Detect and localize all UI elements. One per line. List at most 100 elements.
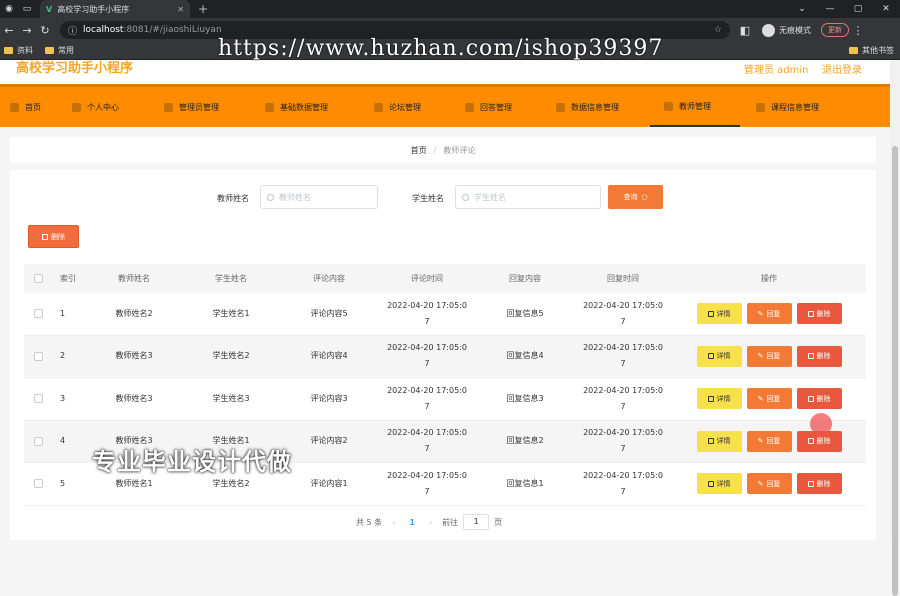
delete-button[interactable]: 删除 <box>796 303 842 325</box>
row-checkbox[interactable] <box>33 479 43 489</box>
prev-page-icon[interactable]: ‹ <box>392 518 395 527</box>
menu-item-profile[interactable]: 个人中心 <box>72 87 119 127</box>
student-name-input[interactable]: 学生姓名 <box>455 185 601 209</box>
row-select-cell <box>24 394 52 404</box>
detail-button[interactable]: 详情 <box>696 388 742 410</box>
menu-item-forum[interactable]: 论坛管理 <box>374 87 421 127</box>
home-icon <box>10 102 19 112</box>
detail-button[interactable]: 详情 <box>696 345 742 367</box>
trash-icon <box>42 233 48 240</box>
minimize-icon[interactable]: — <box>816 4 844 14</box>
cell-reply-time-line2: 7 <box>620 486 626 496</box>
scrollbar-thumb[interactable] <box>892 146 898 596</box>
page-unit-label: 页 <box>494 517 503 527</box>
teacher-name-label: 教师姓名 <box>217 194 249 203</box>
cell-reply-time: 2022-04-20 17:05:0 7 <box>574 425 672 457</box>
cell-content: 评论内容4 <box>310 351 348 361</box>
select-all-checkbox[interactable] <box>33 274 43 283</box>
window-close-icon[interactable]: ✕ <box>872 4 900 14</box>
query-button[interactable]: 查询 ○ <box>608 185 663 209</box>
info-icon[interactable]: ⓘ <box>68 24 77 37</box>
cell-student: 学生姓名2 <box>212 351 250 361</box>
cell-content: 评论内容5 <box>310 308 348 318</box>
window-controls: ⌄ — ▢ ✕ <box>788 4 900 14</box>
more-menu-icon[interactable]: ⋮ <box>849 24 867 37</box>
menu-item-teachers[interactable]: 教师管理 <box>650 87 740 127</box>
reply-button[interactable]: ✎ 回复 <box>746 388 792 410</box>
header-reply: 回复内容 <box>509 273 541 283</box>
detail-button[interactable]: 详情 <box>696 303 742 325</box>
detail-button[interactable]: 详情 <box>696 473 742 495</box>
back-icon[interactable]: ← <box>0 24 18 37</box>
tab-list-icon[interactable]: ▭ <box>18 4 36 14</box>
delete-button[interactable]: 删除 <box>796 473 842 495</box>
reply-button[interactable]: ✎ 回复 <box>746 430 792 452</box>
maximize-icon[interactable]: ▢ <box>844 4 872 14</box>
edit-icon: ✎ <box>757 309 764 318</box>
edit-icon: ✎ <box>757 479 764 488</box>
new-tab-icon[interactable]: + <box>198 2 208 16</box>
delete-button[interactable]: 删除 <box>796 345 842 367</box>
tab-title: 高校学习助手小程序 <box>57 4 130 14</box>
cell-index: 3 <box>60 393 66 403</box>
folder-icon <box>4 47 13 54</box>
row-checkbox[interactable] <box>33 394 43 404</box>
breadcrumb-home[interactable]: 首页 <box>411 145 427 156</box>
page-scrollbar[interactable] <box>890 60 900 596</box>
cell-reply-time: 2022-04-20 17:05:0 7 <box>574 340 672 372</box>
bookmark-folder-1[interactable]: 资料 <box>4 45 33 56</box>
menu-item-admin[interactable]: 管理员管理 <box>164 87 219 127</box>
admin-label: 管理员 admin <box>744 65 809 76</box>
forward-icon[interactable]: → <box>18 24 36 37</box>
menu-item-basic-data[interactable]: 基础数据管理 <box>265 87 328 127</box>
cell-actions: 详情 ✎ 回复 删除 <box>672 388 866 410</box>
goto-label: 前往 <box>442 517 459 527</box>
menu-item-data-info[interactable]: 数据信息管理 <box>556 87 619 127</box>
logout-link[interactable]: 退出登录 <box>822 61 862 76</box>
detail-button[interactable]: 详情 <box>696 430 742 452</box>
reply-button[interactable]: ✎ 回复 <box>746 345 792 367</box>
browser-menu-icon[interactable]: ◉ <box>0 4 18 14</box>
cell-time-line2: 7 <box>424 444 430 454</box>
cell-reply: 回复信息1 <box>506 478 544 488</box>
bookmark-folder-2[interactable]: 常用 <box>45 45 74 56</box>
cell-time-line1: 2022-04-20 17:05:0 <box>387 343 467 353</box>
cell-time-line2: 7 <box>424 401 430 411</box>
pagination: 共 5 条 ‹ 1 › 前往 1 页 <box>356 514 502 530</box>
row-checkbox[interactable] <box>33 436 43 446</box>
menu-item-home[interactable]: 首页 <box>10 87 41 127</box>
delete-button[interactable]: 删除 <box>796 388 842 410</box>
goto-page-input[interactable]: 1 <box>463 514 490 530</box>
cell-teacher: 教师姓名3 <box>115 393 153 403</box>
update-button[interactable]: 更新 <box>821 23 849 37</box>
next-page-icon[interactable]: › <box>429 518 432 527</box>
bookmark-star-icon[interactable]: ☆ <box>714 25 722 35</box>
url-host: localhost <box>83 25 124 35</box>
cell-actions: 详情 ✎ 回复 删除 <box>672 345 866 367</box>
student-name-label: 学生姓名 <box>412 194 444 203</box>
menu-item-courses[interactable]: 课程信息管理 <box>756 87 819 127</box>
batch-delete-button[interactable]: 删除 <box>28 225 79 248</box>
incognito-profile[interactable]: 无痕模式 <box>762 23 811 37</box>
other-bookmarks[interactable]: 其他书签 <box>849 45 894 56</box>
reload-icon[interactable]: ↻ <box>36 24 54 37</box>
tab-search-icon[interactable]: ⌄ <box>788 4 816 14</box>
row-checkbox[interactable] <box>33 309 43 319</box>
cell-index: 1 <box>60 308 66 318</box>
reply-button[interactable]: ✎ 回复 <box>746 473 792 495</box>
sidepanel-icon[interactable]: ◧ <box>736 24 754 37</box>
document-icon <box>707 438 714 445</box>
document-icon <box>707 395 714 402</box>
page-1[interactable]: 1 <box>409 518 415 527</box>
document-icon <box>707 310 714 317</box>
teacher-name-input[interactable]: 教师姓名 <box>260 185 378 209</box>
reply-button[interactable]: ✎ 回复 <box>746 303 792 325</box>
close-tab-icon[interactable]: ✕ <box>177 5 184 14</box>
course-icon <box>756 102 765 112</box>
cell-time-line1: 2022-04-20 17:05:0 <box>387 428 467 438</box>
cell-time-line1: 2022-04-20 17:05:0 <box>387 470 467 480</box>
row-checkbox[interactable] <box>33 351 43 361</box>
cell-reply-time-line2: 7 <box>620 359 626 369</box>
browser-tab[interactable]: V 高校学习助手小程序 ✕ <box>40 0 190 18</box>
menu-item-answers[interactable]: 回答管理 <box>465 87 512 127</box>
